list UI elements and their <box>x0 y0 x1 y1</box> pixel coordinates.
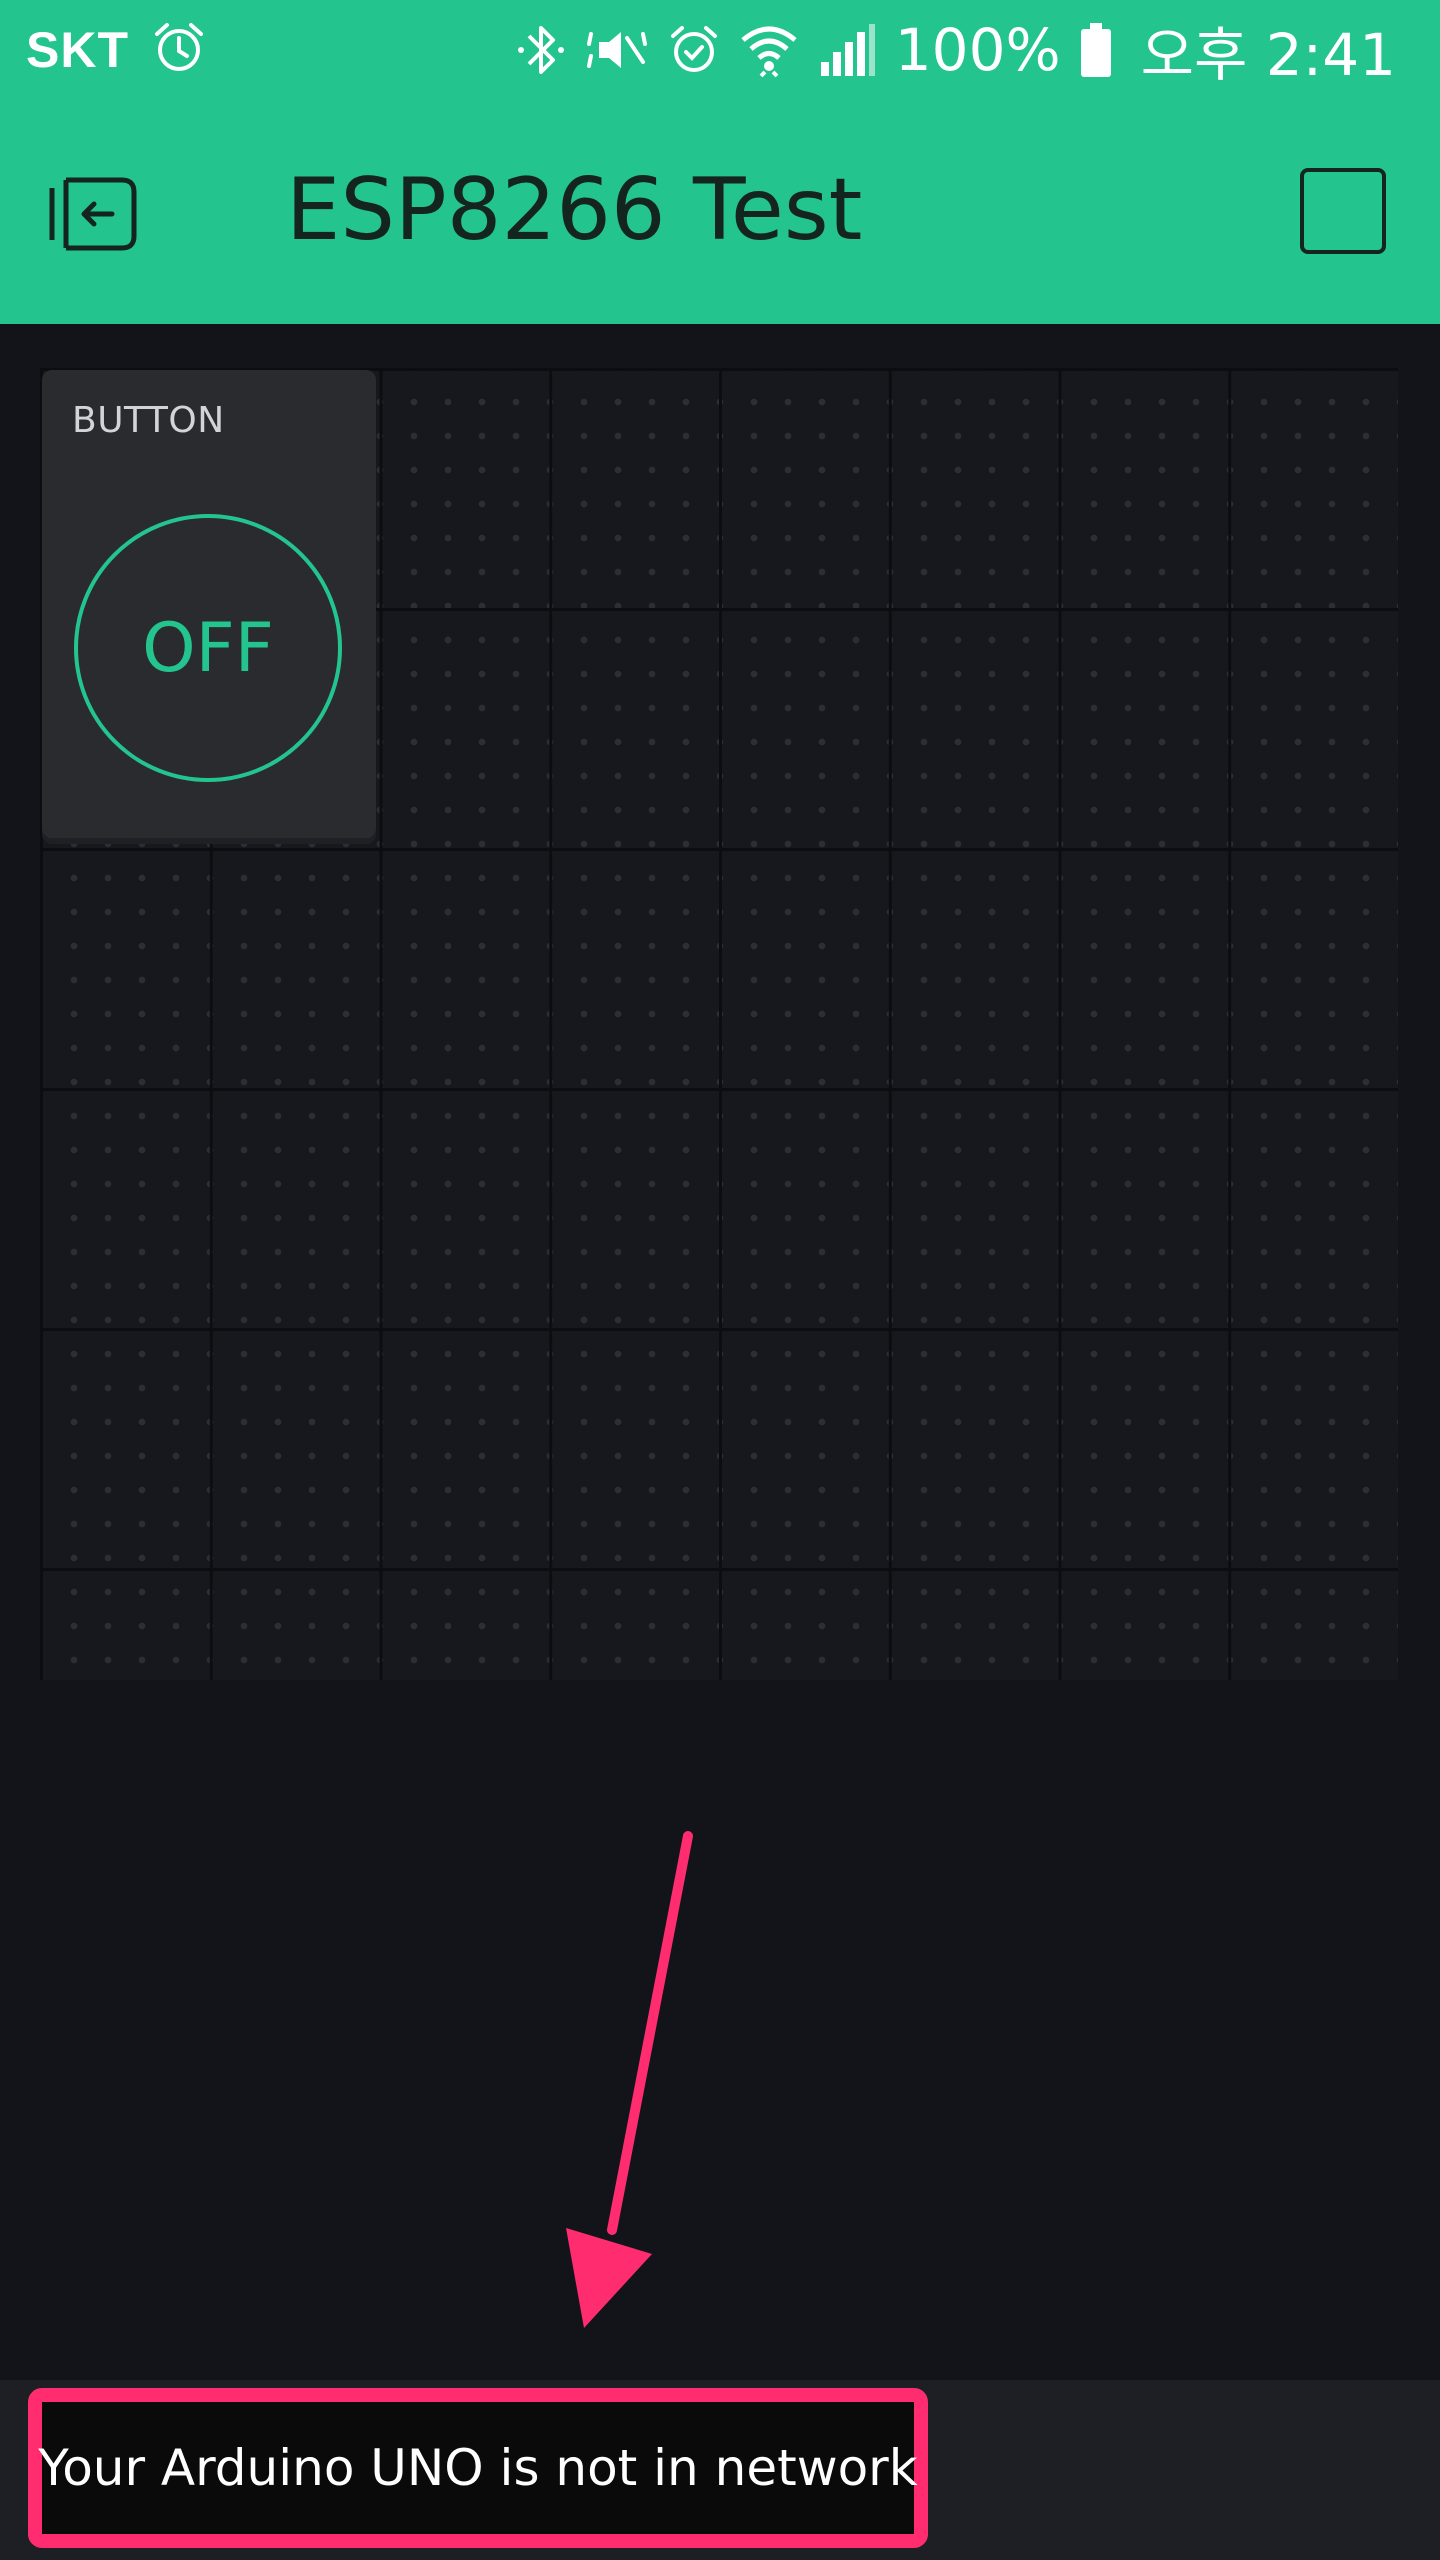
page-title: ESP8266 Test <box>286 160 863 260</box>
bluetooth-icon <box>515 20 567 80</box>
toggle-state: OFF <box>142 608 274 688</box>
vibrate-icon <box>585 20 649 80</box>
back-button[interactable] <box>44 164 144 264</box>
battery-percent: 100% <box>894 16 1061 84</box>
status-left: SKT <box>26 0 207 100</box>
alarm-icon <box>667 22 721 78</box>
signal-icon <box>817 22 877 78</box>
clock: 오후 2:41 <box>1140 21 1396 89</box>
app-bar: ESP8266 Test <box>0 100 1440 324</box>
button-widget[interactable]: BUTTON OFF <box>42 370 376 838</box>
status-right: 100% 오후 2:41 <box>515 0 1396 100</box>
toast-message: Your Arduino UNO is not in network <box>38 2439 918 2497</box>
stop-square-icon[interactable] <box>1300 168 1386 254</box>
wifi-icon <box>739 20 799 80</box>
annotation-arrow-icon <box>560 1830 710 2340</box>
exit-icon <box>49 177 137 251</box>
toast-notification: Your Arduino UNO is not in network <box>28 2388 928 2548</box>
widget-label: BUTTON <box>72 400 225 441</box>
battery-icon <box>1079 21 1113 79</box>
status-bar: SKT 100% 오후 2:41 <box>0 0 1440 100</box>
carrier-label: SKT <box>26 22 129 78</box>
toggle-button[interactable]: OFF <box>74 514 342 782</box>
alarm-icon <box>151 20 207 80</box>
